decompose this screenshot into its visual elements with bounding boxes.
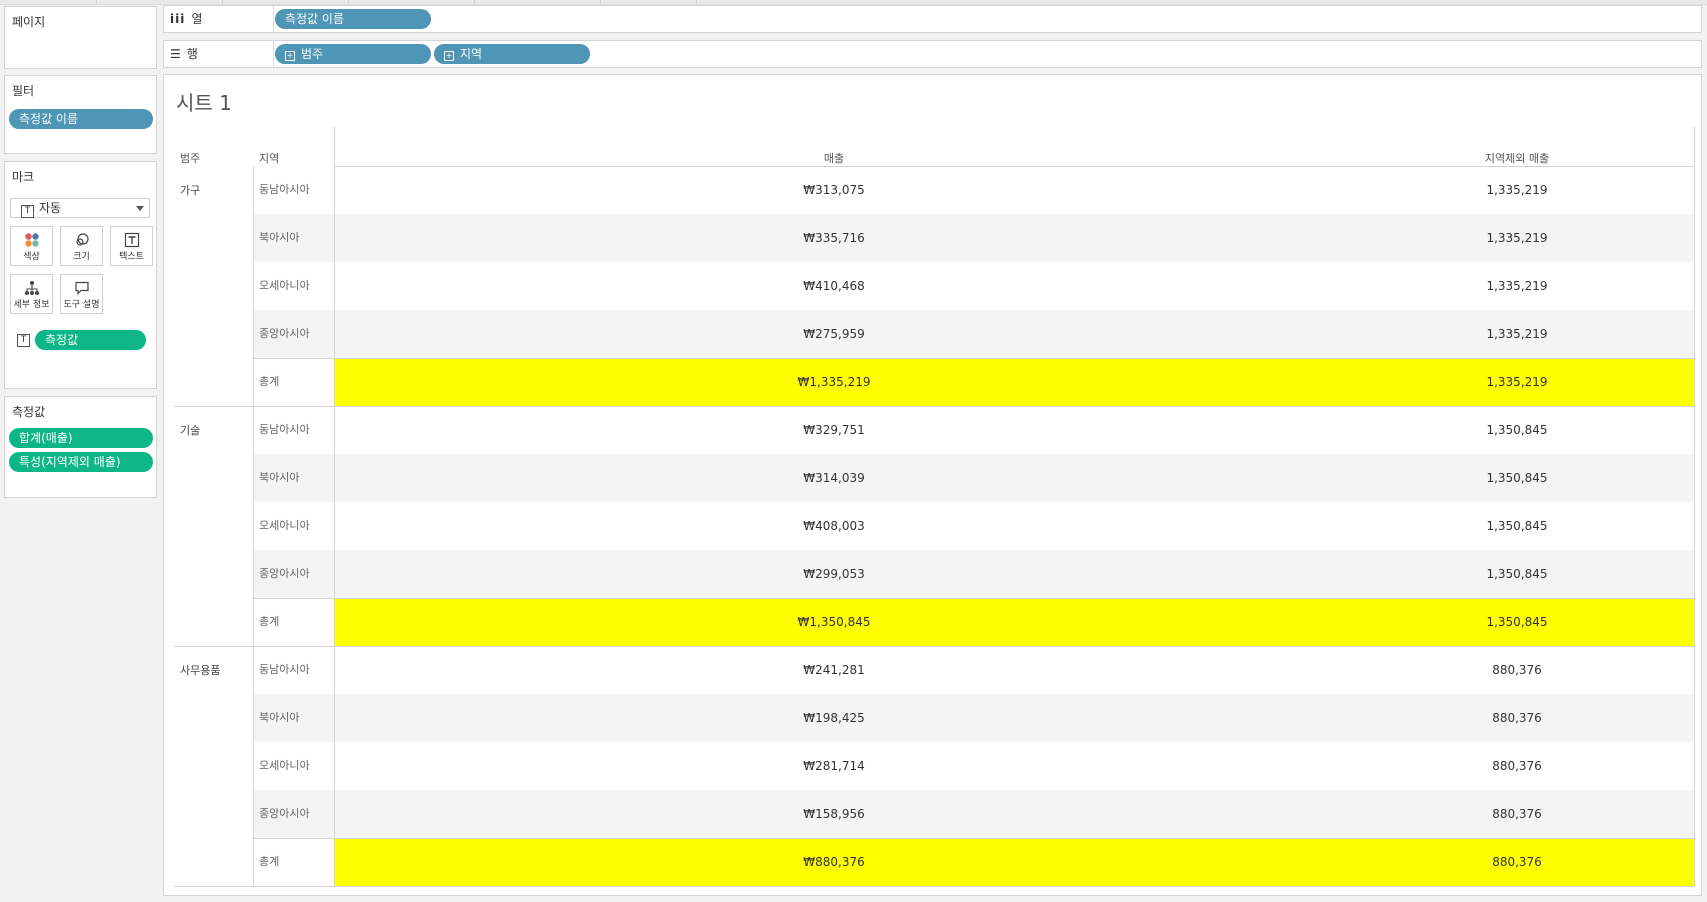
region-cell: 오세아니아 <box>259 759 310 772</box>
measure-pill-attr-excl-sales[interactable]: 특성(지역제외 매출) <box>9 452 153 472</box>
region-cell: 중앙아시아 <box>259 807 310 820</box>
total-separator <box>253 358 1694 359</box>
total-separator <box>253 838 1694 839</box>
shelf-divider <box>273 6 274 32</box>
group-separator <box>174 886 1694 887</box>
category-label: 기술 <box>180 424 201 437</box>
tooltip-button-label: 도구 설명 <box>63 300 100 310</box>
region-cell: 총계 <box>259 375 280 388</box>
table-row[interactable]: 중앙아시아 ₩158,956 880,376 <box>253 790 1694 838</box>
right-edge-line <box>1694 127 1695 886</box>
pages-title: 페이지 <box>12 15 46 29</box>
sheet-title: 시트 1 <box>176 91 232 115</box>
region-cell: 동남아시아 <box>259 183 310 196</box>
mark-type-value: 자동 <box>39 201 62 215</box>
region-cell: 동남아시아 <box>259 663 310 676</box>
rows-shelf[interactable]: ☰ 행 + 범주 + 지역 <box>163 40 1702 68</box>
category-region-divider <box>253 166 254 886</box>
pages-card[interactable]: 페이지 <box>4 6 157 69</box>
rows-pill-category[interactable]: + 범주 <box>275 44 431 64</box>
columns-shelf-label: iii 열 <box>170 12 203 26</box>
expand-plus-icon: + <box>285 51 295 61</box>
text-button-label: 텍스트 <box>119 252 144 262</box>
measure-pill-sum-sales[interactable]: 합계(매출) <box>9 428 153 448</box>
table-row[interactable]: 오세아니아 ₩281,714 880,376 <box>253 742 1694 790</box>
detail-button[interactable]: 세부 정보 <box>10 274 53 314</box>
table-row[interactable]: 오세아니아 ₩408,003 1,350,845 <box>253 502 1694 550</box>
columns-icon: iii <box>170 12 186 26</box>
columns-shelf[interactable]: iii 열 측정값 이름 <box>163 5 1702 33</box>
total-row[interactable]: 총계 ₩1,350,845 1,350,845 <box>253 598 1694 646</box>
table-row[interactable]: 북아시아 ₩198,425 880,376 <box>253 694 1694 742</box>
text-mark-icon: T <box>21 205 34 218</box>
mark-type-dropdown[interactable]: T 자동 <box>10 198 150 218</box>
size-icon <box>61 232 102 252</box>
size-button-label: 크기 <box>73 252 90 262</box>
columns-pill-measure-names[interactable]: 측정값 이름 <box>275 9 431 29</box>
table-row[interactable]: 오세아니아 ₩410,468 1,335,219 <box>253 262 1694 310</box>
marks-title: 마크 <box>12 170 35 184</box>
rows-icon: ☰ <box>170 47 181 61</box>
region-cell: 오세아니아 <box>259 279 310 292</box>
measures-title: 측정값 <box>12 405 46 419</box>
region-cell: 동남아시아 <box>259 423 310 436</box>
rows-shelf-label: ☰ 행 <box>170 47 198 61</box>
table-row[interactable]: 북아시아 ₩314,039 1,350,845 <box>253 454 1694 502</box>
header-bottom-line <box>334 166 1694 167</box>
tooltip-icon <box>61 280 102 300</box>
filters-card[interactable]: 필터 측정값 이름 <box>4 75 157 154</box>
region-cell: 중앙아시아 <box>259 327 310 340</box>
detail-button-label: 세부 정보 <box>13 300 50 310</box>
filters-title: 필터 <box>12 84 35 98</box>
total-row[interactable]: 총계 ₩1,335,219 1,335,219 <box>253 358 1694 406</box>
detail-icon <box>11 280 52 300</box>
text-icon <box>111 232 152 252</box>
table-row[interactable]: 동남아시아 ₩241,281 880,376 <box>253 646 1694 694</box>
shelf-divider <box>273 41 274 67</box>
filter-pill-measure-names[interactable]: 측정값 이름 <box>9 109 153 129</box>
header-category: 범주 <box>180 152 201 165</box>
region-cell: 북아시아 <box>259 471 300 484</box>
table-row[interactable]: 동남아시아 ₩313,075 1,335,219 <box>253 166 1694 214</box>
tooltip-button[interactable]: 도구 설명 <box>60 274 103 314</box>
chevron-down-icon <box>136 206 144 211</box>
category-label: 사무용품 <box>180 664 221 677</box>
color-icon <box>11 232 52 252</box>
size-button[interactable]: 크기 <box>60 226 103 266</box>
expand-plus-icon: + <box>444 51 454 61</box>
color-button[interactable]: 색상 <box>10 226 53 266</box>
region-cell: 총계 <box>259 615 280 628</box>
region-cell: 북아시아 <box>259 231 300 244</box>
region-cell: 오세아니아 <box>259 519 310 532</box>
marks-text-pill-measure-values[interactable]: 측정값 <box>35 330 146 350</box>
total-row[interactable]: 총계 ₩880,376 880,376 <box>253 838 1694 886</box>
table-row[interactable]: 동남아시아 ₩329,751 1,350,845 <box>253 406 1694 454</box>
table-row[interactable]: 북아시아 ₩335,716 1,335,219 <box>253 214 1694 262</box>
measures-card: 측정값 합계(매출) 특성(지역제외 매출) <box>4 396 157 498</box>
category-label: 가구 <box>180 184 201 197</box>
region-cell: 북아시아 <box>259 711 300 724</box>
rows-pill-region[interactable]: + 지역 <box>434 44 590 64</box>
text-button[interactable]: 텍스트 <box>110 226 153 266</box>
total-separator <box>253 598 1694 599</box>
region-values-divider <box>334 127 335 886</box>
header-region: 지역 <box>259 152 280 165</box>
table-row[interactable]: 중앙아시아 ₩299,053 1,350,845 <box>253 550 1694 598</box>
table-row[interactable]: 중앙아시아 ₩275,959 1,335,219 <box>253 310 1694 358</box>
color-button-label: 색상 <box>23 252 40 262</box>
text-encoding-icon: T <box>17 334 30 347</box>
total-highlight <box>334 838 1694 886</box>
region-cell: 중앙아시아 <box>259 567 310 580</box>
region-cell: 총계 <box>259 855 280 868</box>
